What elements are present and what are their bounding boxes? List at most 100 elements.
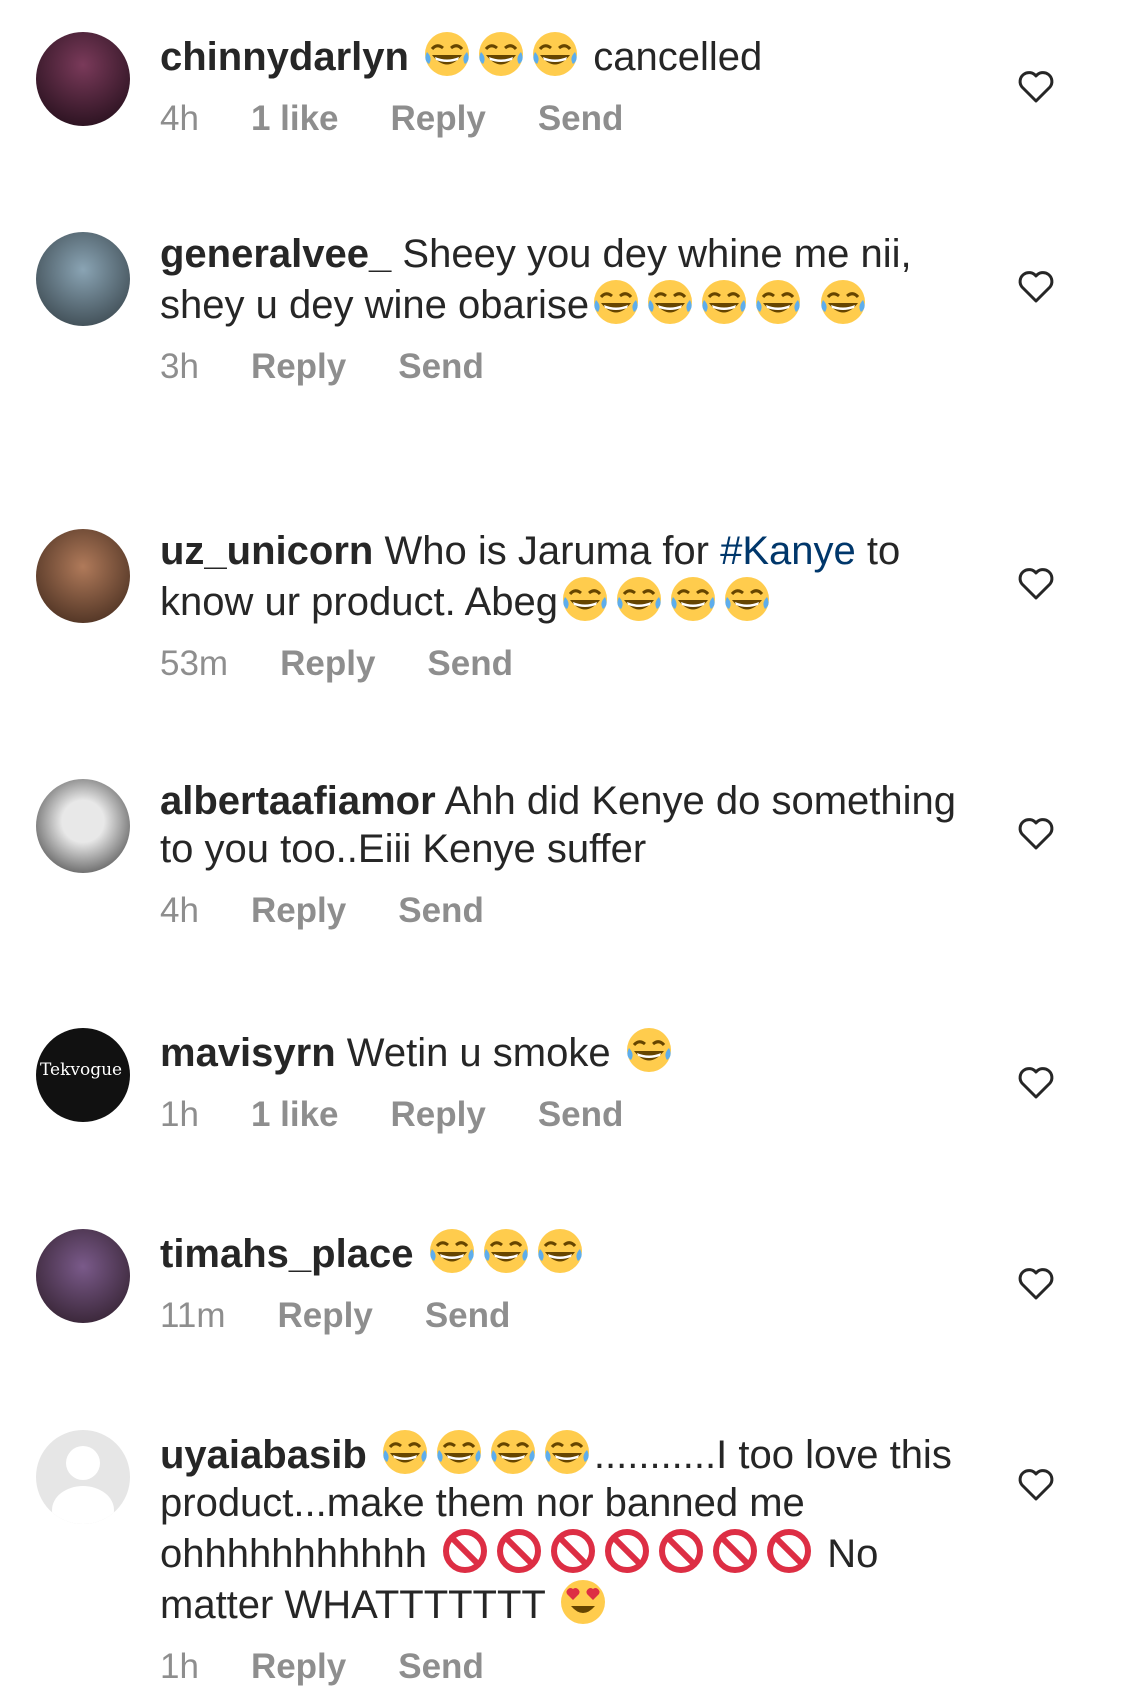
comment-body: generalvee_ Sheey you dey whine me nii, … <box>160 230 960 387</box>
comment-content: cancelled <box>593 35 763 79</box>
laugh-icon <box>428 1227 476 1275</box>
comment-time: 11m <box>160 1296 226 1335</box>
send-button[interactable]: Send <box>538 99 624 139</box>
likes-count[interactable]: 1 like <box>251 99 339 139</box>
avatar[interactable] <box>36 529 130 623</box>
laugh-icon <box>543 1428 591 1476</box>
comment-text: timahs_place <box>160 1227 960 1278</box>
laugh-icon <box>723 575 771 623</box>
default-avatar-icon <box>66 1446 100 1480</box>
avatar[interactable] <box>36 232 130 326</box>
comment-meta: 3h Reply Send <box>160 347 960 387</box>
avatar[interactable] <box>36 1430 130 1524</box>
comment-body: mavisyrn Wetin u smoke 1h 1 like Reply S… <box>160 1026 960 1135</box>
send-button[interactable]: Send <box>398 1647 484 1687</box>
laugh-icon <box>423 30 471 78</box>
laugh-icon <box>669 575 717 623</box>
laugh-icon <box>592 278 640 326</box>
comment-username[interactable]: mavisyrn <box>160 1031 336 1075</box>
comment-username[interactable]: chinnydarlyn <box>160 35 409 79</box>
reply-button[interactable]: Reply <box>251 891 346 931</box>
comment-meta: 11m Reply Send <box>160 1296 960 1336</box>
comment-time: 3h <box>160 347 199 386</box>
avatar[interactable]: Tekvogue <box>36 1028 130 1122</box>
laugh-icon <box>700 278 748 326</box>
laugh-icon <box>482 1227 530 1275</box>
comment-time: 53m <box>160 644 229 683</box>
comment-time: 1h <box>160 1647 199 1686</box>
heart-outline-icon[interactable] <box>1016 1062 1056 1102</box>
comment-text: chinnydarlyn cancelled <box>160 30 960 81</box>
comment-body: chinnydarlyn cancelled 4h 1 like Reply S… <box>160 30 960 139</box>
laugh-icon <box>819 278 867 326</box>
send-button[interactable]: Send <box>538 1095 624 1135</box>
prohibited-icon <box>549 1527 597 1575</box>
avatar[interactable] <box>36 779 130 873</box>
hashtag-link[interactable]: #Kanye <box>720 529 856 573</box>
avatar[interactable] <box>36 1229 130 1323</box>
laugh-icon <box>646 278 694 326</box>
comment-meta: 1h 1 like Reply Send <box>160 1095 960 1135</box>
send-button[interactable]: Send <box>398 347 484 387</box>
laugh-icon <box>531 30 579 78</box>
likes-count[interactable]: 1 like <box>251 1095 339 1135</box>
reply-button[interactable]: Reply <box>391 1095 486 1135</box>
comment-text: mavisyrn Wetin u smoke <box>160 1026 960 1077</box>
heart-outline-icon[interactable] <box>1016 1464 1056 1504</box>
default-avatar-body <box>52 1486 114 1524</box>
heart-outline-icon[interactable] <box>1016 813 1056 853</box>
comment-text: albertaafiamor Ahh did Kenye do somethin… <box>160 777 960 873</box>
prohibited-icon <box>603 1527 651 1575</box>
reply-button[interactable]: Reply <box>251 347 346 387</box>
comment-meta: 4h Reply Send <box>160 891 960 931</box>
smiling-face-with-heart-eyes-icon <box>559 1578 607 1626</box>
comment-username[interactable]: uz_unicorn <box>160 529 373 573</box>
comment-username[interactable]: albertaafiamor <box>160 779 436 823</box>
comment-body: timahs_place 11m Reply Send <box>160 1227 960 1336</box>
comment-username[interactable]: generalvee_ <box>160 232 391 276</box>
prohibited-icon <box>495 1527 543 1575</box>
avatar-logo-text: Tekvogue <box>40 1060 123 1080</box>
reply-button[interactable]: Reply <box>391 99 486 139</box>
reply-button[interactable]: Reply <box>251 1647 346 1687</box>
laugh-icon <box>381 1428 429 1476</box>
heart-outline-icon[interactable] <box>1016 563 1056 603</box>
reply-button[interactable]: Reply <box>278 1296 373 1336</box>
comment-time: 4h <box>160 891 199 930</box>
laugh-icon <box>615 575 663 623</box>
prohibited-icon <box>657 1527 705 1575</box>
prohibited-icon <box>765 1527 813 1575</box>
comment-body: albertaafiamor Ahh did Kenye do somethin… <box>160 777 960 931</box>
send-button[interactable]: Send <box>425 1296 511 1336</box>
avatar[interactable] <box>36 32 130 126</box>
laugh-icon <box>561 575 609 623</box>
comment-text: uyaiabasib ...........I too love this pr… <box>160 1428 960 1629</box>
comment-content: Who is Jaruma for <box>384 529 709 573</box>
comment-time: 4h <box>160 99 199 138</box>
comment-meta: 1h Reply Send <box>160 1647 960 1687</box>
heart-outline-icon[interactable] <box>1016 266 1056 306</box>
comment-text: uz_unicorn Who is Jaruma for #Kanye to k… <box>160 527 960 626</box>
laugh-icon <box>435 1428 483 1476</box>
comment-time: 1h <box>160 1095 199 1134</box>
comment-meta: 4h 1 like Reply Send <box>160 99 960 139</box>
heart-outline-icon[interactable] <box>1016 66 1056 106</box>
send-button[interactable]: Send <box>398 891 484 931</box>
comment-meta: 53m Reply Send <box>160 644 960 684</box>
comment-content: Wetin u smoke <box>346 1031 611 1075</box>
prohibited-icon <box>711 1527 759 1575</box>
comment-body: uyaiabasib ...........I too love this pr… <box>160 1428 960 1687</box>
laugh-icon <box>536 1227 584 1275</box>
laugh-icon <box>477 30 525 78</box>
reply-button[interactable]: Reply <box>280 644 375 684</box>
comment-body: uz_unicorn Who is Jaruma for #Kanye to k… <box>160 527 960 684</box>
heart-outline-icon[interactable] <box>1016 1263 1056 1303</box>
send-button[interactable]: Send <box>427 644 513 684</box>
laugh-icon <box>625 1026 673 1074</box>
comment-text: generalvee_ Sheey you dey whine me nii, … <box>160 230 960 329</box>
comment-username[interactable]: uyaiabasib <box>160 1433 367 1477</box>
comment-username[interactable]: timahs_place <box>160 1232 413 1276</box>
prohibited-icon <box>441 1527 489 1575</box>
laugh-icon <box>489 1428 537 1476</box>
laugh-icon <box>754 278 802 326</box>
